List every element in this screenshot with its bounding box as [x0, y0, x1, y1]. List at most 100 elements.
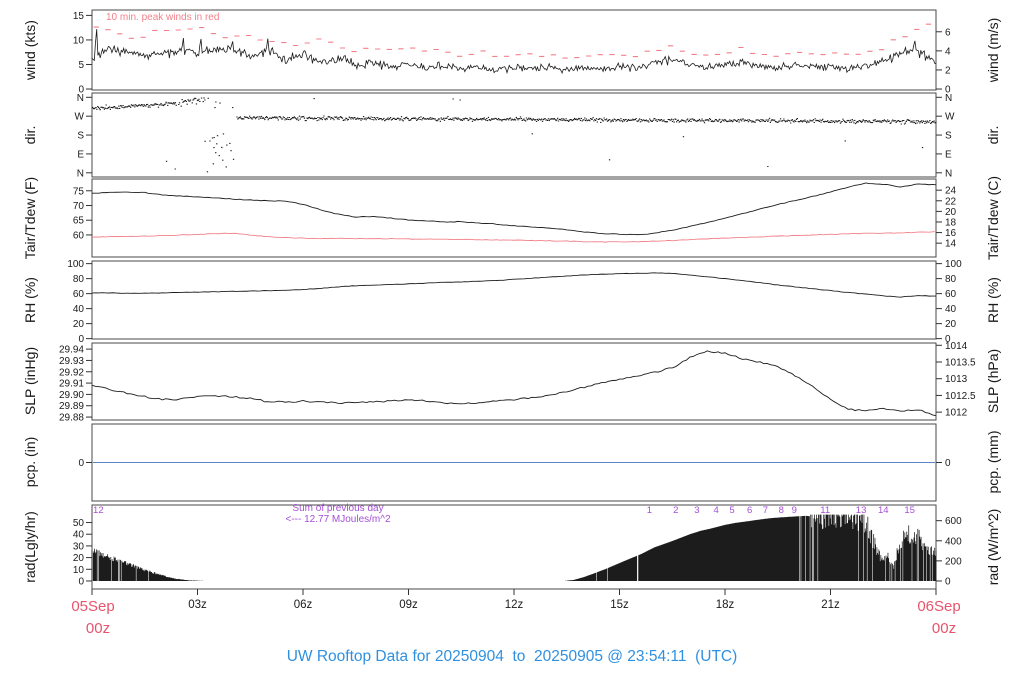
rad-cum-mark: 14 [878, 505, 889, 516]
svg-text:29.93: 29.93 [59, 356, 84, 367]
x-start-date-label: 05Sep [71, 598, 115, 615]
x-tick-label: 15z [610, 599, 629, 611]
panel-boxes [91, 9, 937, 590]
svg-text:1012: 1012 [945, 408, 968, 419]
svg-text:600: 600 [945, 516, 962, 527]
svg-text:80: 80 [945, 274, 957, 285]
x-end-date-label: 06Sep [917, 598, 961, 615]
svg-text:0: 0 [78, 458, 84, 469]
svg-text:40: 40 [73, 530, 85, 541]
axis-title-temp-right: Tair/Tdew (C) [985, 175, 1001, 261]
axis-title-rh-left: RH (%) [22, 277, 38, 323]
x-tick-label: 21z [821, 599, 840, 611]
wind-direction-scatter [92, 97, 937, 173]
axis-title-slp-right: SLP (hPa) [985, 348, 1001, 414]
svg-text:29.89: 29.89 [59, 401, 84, 412]
rad-cum-mark: 9 [792, 505, 797, 516]
axis-title-wind-left: wind (kts) [22, 20, 38, 80]
axis-title-slp-left: SLP (inHg) [22, 346, 38, 416]
svg-text:75: 75 [73, 186, 85, 197]
dir-axis-ticks: N NE ES SW WN N [75, 93, 955, 180]
rad-sum-note-line2: <--- 12.77 MJoules/m^2 [285, 514, 391, 525]
svg-text:0: 0 [945, 576, 951, 587]
tair-line [91, 182, 937, 236]
svg-text:0: 0 [945, 458, 951, 469]
svg-text:22: 22 [945, 196, 957, 207]
svg-text:N: N [77, 168, 84, 179]
rad-cum-mark: 4 [714, 505, 719, 516]
plot-root: 0 5 10 15 0 2 4 6 N N E E S S W W N N 60 65 70 75 14 16 18 20 22 24… [0, 0, 1024, 700]
svg-text:N: N [945, 93, 952, 104]
svg-text:20: 20 [945, 319, 957, 330]
svg-text:E: E [945, 149, 952, 160]
x-tick-label: 06z [294, 599, 313, 611]
svg-text:0: 0 [78, 576, 84, 587]
svg-text:100: 100 [945, 259, 962, 270]
axis-title-dir-right: dir. [985, 125, 1001, 145]
x-start-hour-label: 00z [85, 620, 111, 637]
rad-cum-mark: 3 [694, 505, 699, 516]
svg-text:200: 200 [945, 556, 962, 567]
rad-cum-mark: 8 [779, 505, 784, 516]
svg-text:N: N [945, 168, 952, 179]
rad-cum-mark: 5 [729, 505, 734, 516]
panel-box-slp [91, 342, 937, 421]
slp-axis-ticks: 29.8829.8929.9029.9129.9229.9329.94 1012 1… [59, 341, 976, 424]
svg-text:14: 14 [945, 239, 957, 250]
svg-text:29.90: 29.90 [59, 390, 84, 401]
chart-title: UW Rooftop Data for 20250904 to 20250905… [286, 648, 738, 665]
pcp-axis-ticks: 00 [78, 458, 951, 469]
svg-text:65: 65 [73, 216, 85, 227]
rad-cum-mark: 12 [93, 505, 104, 516]
svg-text:70: 70 [73, 201, 85, 212]
peak-winds-note: 10 min. peak winds in red [106, 12, 220, 23]
rad-cum-mark: 2 [673, 505, 678, 516]
svg-text:30: 30 [73, 541, 85, 552]
svg-text:W: W [945, 112, 955, 123]
svg-text:29.88: 29.88 [59, 413, 84, 424]
svg-text:40: 40 [945, 304, 957, 315]
x-tick-label: 18z [716, 599, 735, 611]
axis-title-rad-right: rad (W/m^2) [985, 508, 1001, 586]
svg-text:S: S [77, 131, 84, 142]
svg-text:50: 50 [73, 518, 85, 529]
panel-box-temp [91, 178, 937, 258]
panel-box-dir [91, 92, 937, 178]
tdew-line [91, 231, 937, 243]
svg-text:60: 60 [945, 289, 957, 300]
svg-text:29.91: 29.91 [59, 379, 84, 390]
svg-text:10: 10 [73, 565, 85, 576]
slp-line [91, 350, 937, 417]
svg-text:10: 10 [73, 35, 85, 46]
axis-title-dir-left: dir. [22, 125, 38, 145]
rad-cum-mark: 1 [647, 505, 652, 516]
svg-text:W: W [75, 112, 85, 123]
chart-canvas: 0510150246N NE ES SW WN N60657075141618202224… [59, 9, 976, 611]
x-tick-label: 12z [505, 599, 524, 611]
x-tick-label: 03z [188, 599, 207, 611]
svg-text:1013.5: 1013.5 [945, 357, 976, 368]
svg-text:100: 100 [67, 259, 84, 270]
wind-axis-ticks: 0510150246 [73, 11, 951, 96]
svg-text:24: 24 [945, 186, 957, 197]
svg-text:E: E [77, 149, 84, 160]
rh-line [91, 272, 937, 298]
svg-text:1013: 1013 [945, 374, 968, 385]
axis-title-pcp-right: pcp. (mm) [985, 430, 1001, 494]
rad-sum-note-line1: Sum of previous day [292, 503, 384, 514]
svg-text:80: 80 [73, 274, 85, 285]
svg-text:29.92: 29.92 [59, 367, 84, 378]
svg-text:60: 60 [73, 230, 85, 241]
axis-title-temp-left: Tair/Tdew (F) [22, 176, 38, 260]
svg-text:60: 60 [73, 289, 85, 300]
wind-speed-line [91, 29, 937, 75]
svg-text:0: 0 [78, 334, 84, 345]
svg-text:16: 16 [945, 228, 957, 239]
svg-text:20: 20 [73, 319, 85, 330]
rh-axis-ticks: 0 020 2040 4060 6080 80100 100 [67, 259, 962, 345]
rad-cum-mark: 6 [747, 505, 752, 516]
x-axis: 03z 06z 09z 12z 15z 18z 21z [91, 589, 937, 611]
rad-cum-marks: 12 1 2 3 4 5 6 7 8 9 11 13 14 15 [93, 505, 915, 516]
axis-title-rh-right: RH (%) [985, 277, 1001, 323]
rad-cum-mark: 11 [820, 505, 830, 516]
